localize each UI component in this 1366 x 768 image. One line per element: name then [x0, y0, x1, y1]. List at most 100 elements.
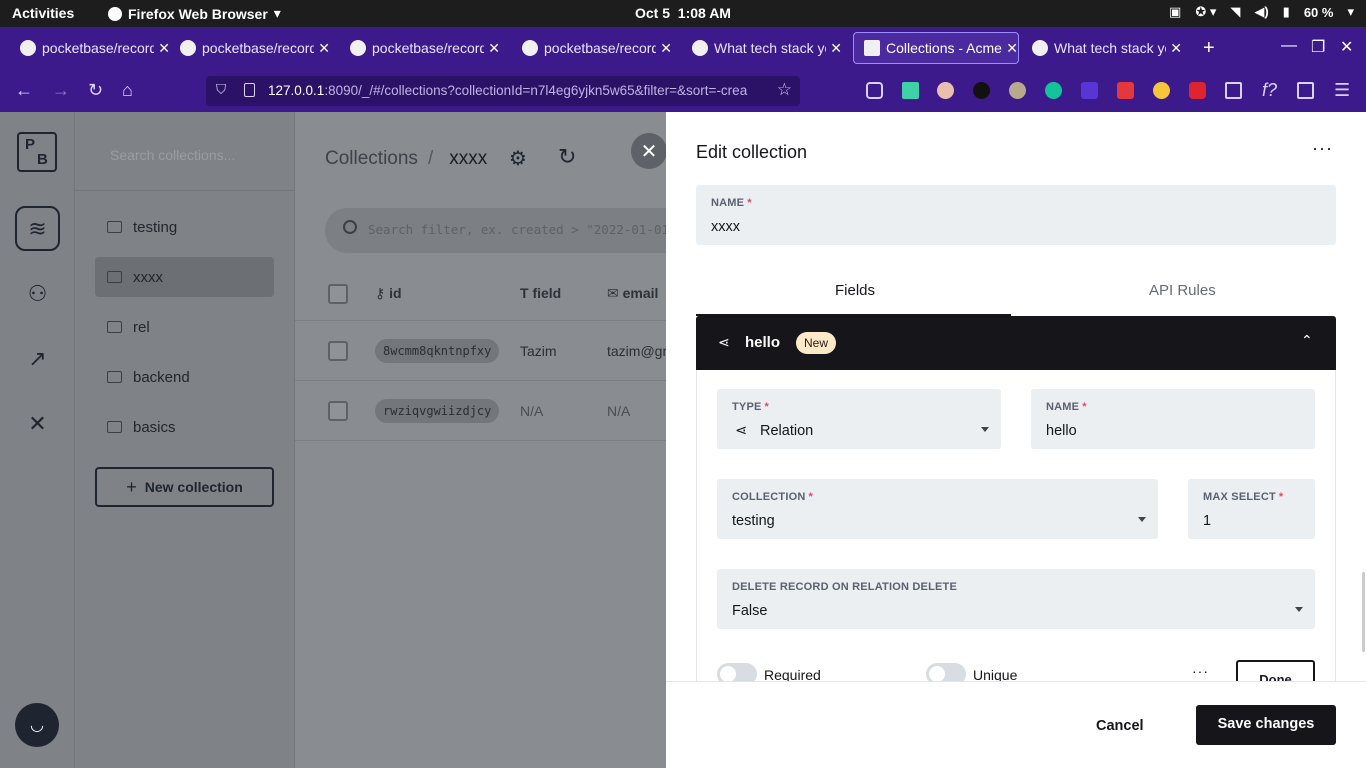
grammarly-icon[interactable] [1045, 82, 1062, 99]
plus-icon: + [126, 476, 137, 497]
forward-icon[interactable]: → [52, 80, 70, 101]
chevron-up-icon[interactable]: ⌃ [1301, 332, 1313, 349]
extension-dark-icon[interactable] [973, 82, 990, 99]
bookmark-star-icon[interactable]: ☆ [777, 80, 792, 100]
field-accordion-header[interactable]: ⋖ hello New ⌃ [696, 316, 1336, 370]
relation-collection-select[interactable]: COLLECTION * testing [717, 479, 1158, 539]
gear-icon[interactable]: ⚙ [509, 146, 527, 171]
refresh-icon[interactable]: ↻ [558, 144, 576, 170]
table-row[interactable]: rwziqvgwiizdjcy N/A N/A [295, 381, 666, 441]
close-icon[interactable]: ✕ [660, 40, 672, 57]
app-menu[interactable]: Firefox Web Browser ▾ [108, 5, 281, 22]
cancel-button[interactable]: Cancel [1096, 718, 1144, 734]
field-name-value: hello [1046, 423, 1077, 439]
todoist-icon[interactable] [1117, 82, 1134, 99]
close-panel-button[interactable]: ✕ [631, 133, 667, 169]
browser-tab[interactable]: pocketbase/record ✕ [340, 32, 500, 64]
tab-fields[interactable]: Fields [835, 282, 875, 299]
column-id[interactable]: ⚷ id [375, 285, 402, 302]
folder-icon [107, 421, 122, 433]
chevron-down-icon: ▾ [273, 5, 281, 21]
shield-icon: ⛉ [216, 82, 227, 97]
settings-tools-icon[interactable]: ✕ [15, 401, 60, 446]
clock[interactable]: Oct 5 1:08 AM [635, 5, 731, 21]
table-header: ⚷ id T field ✉ email [295, 266, 666, 321]
system-tray[interactable]: ▣ ✪ ▾ ◥ ◀) ▮ 60 % ▾ [1169, 4, 1354, 20]
cascade-delete-select[interactable]: DELETE RECORD ON RELATION DELETE False [717, 569, 1315, 629]
users-icon[interactable]: ⚇ [15, 271, 60, 316]
app-name: Firefox Web Browser [128, 5, 268, 22]
admin-avatar[interactable]: ◡ [15, 703, 59, 747]
sidebar-item-testing[interactable]: testing [95, 207, 274, 247]
panel-tabs: Fields API Rules [696, 262, 1336, 316]
firefox-icon [108, 6, 122, 21]
url-bar[interactable]: ⛉ 127.0.0.1:8090/_/#/collections?collect… [206, 76, 800, 106]
minimize-button[interactable]: — [1281, 37, 1297, 55]
extension-cube-icon[interactable] [1081, 82, 1098, 99]
new-collection-button[interactable]: + New collection [95, 467, 274, 507]
tab-api-rules[interactable]: API Rules [1149, 282, 1216, 299]
pocket-icon[interactable] [866, 82, 883, 99]
close-icon[interactable]: ✕ [830, 40, 842, 57]
edit-collection-panel: Edit collection ··· NAME * xxxx Fields AP… [666, 112, 1366, 768]
new-tab-button[interactable]: + [1203, 37, 1215, 60]
sidebar-item-rel[interactable]: rel [95, 307, 274, 347]
extension-v-icon[interactable] [1297, 82, 1314, 99]
maximize-button[interactable]: ❐ [1311, 37, 1325, 57]
panel-scrollbar[interactable] [1362, 572, 1365, 652]
more-options-icon[interactable]: ··· [1312, 138, 1333, 159]
extension-avatar-icon[interactable] [937, 82, 954, 99]
browser-tab[interactable]: pocketbase/record ✕ [10, 32, 170, 64]
tab-title: What tech stack yo [1054, 40, 1167, 56]
save-changes-button[interactable]: Save changes [1196, 705, 1336, 745]
browser-tab[interactable]: pocketbase/record ✕ [512, 32, 672, 64]
filter-placeholder: Search filter, ex. created > "2022-01-01… [368, 222, 677, 237]
close-icon[interactable]: ✕ [1006, 40, 1018, 57]
field-name-input[interactable]: NAME * hello [1031, 389, 1315, 449]
sidebar-item-label: xxxx [133, 268, 163, 286]
window-close-button[interactable]: ✕ [1340, 37, 1353, 57]
home-icon[interactable]: ⌂ [122, 80, 133, 101]
activities-button[interactable]: Activities [12, 5, 74, 21]
sidebar-item-basics[interactable]: basics [95, 407, 274, 447]
collections-database-icon[interactable]: ≋ [15, 206, 60, 251]
sidebar-item-backend[interactable]: backend [95, 357, 274, 397]
emoji-icon[interactable] [1153, 82, 1170, 99]
column-email[interactable]: ✉ email [607, 285, 658, 302]
browser-tab-active[interactable]: Collections - Acme ✕ [853, 32, 1019, 64]
lock-extension-icon[interactable] [1189, 82, 1206, 99]
row-checkbox[interactable] [328, 341, 348, 361]
select-all-checkbox[interactable] [328, 284, 348, 304]
browser-tab[interactable]: pocketbase/record ✕ [170, 32, 330, 64]
downloads-icon[interactable] [902, 82, 919, 99]
browser-tab[interactable]: What tech stack yo ✕ [682, 32, 842, 64]
close-icon[interactable]: ✕ [1170, 40, 1182, 57]
function-icon[interactable]: f? [1262, 80, 1277, 101]
sidebar-item-xxxx[interactable]: xxxx [95, 257, 274, 297]
collection-name-input[interactable]: xxxx [711, 219, 740, 235]
back-icon[interactable]: ← [15, 80, 33, 101]
menu-icon[interactable]: ☰ [1334, 80, 1350, 101]
field-more-options-icon[interactable]: ··· [1192, 663, 1209, 679]
close-icon[interactable]: ✕ [488, 40, 500, 57]
vue-icon[interactable] [1225, 82, 1242, 99]
extension-brush-icon[interactable] [1009, 82, 1026, 99]
breadcrumb-root[interactable]: Collections [325, 148, 418, 169]
github-icon [522, 40, 538, 56]
filter-search-input[interactable]: Search filter, ex. created > "2022-01-01… [325, 208, 685, 253]
column-field[interactable]: T field [520, 285, 561, 301]
logs-chart-icon[interactable]: ↗ [15, 336, 60, 381]
close-icon[interactable]: ✕ [158, 40, 170, 57]
field-type-select[interactable]: TYPE * ⋖ Relation [717, 389, 1001, 449]
row-checkbox[interactable] [328, 401, 348, 421]
collections-search-input[interactable]: Search collections... [110, 147, 235, 163]
close-icon[interactable]: ✕ [318, 40, 330, 57]
browser-tab[interactable]: What tech stack yo ✕ [1022, 32, 1182, 64]
max-select-input[interactable]: MAX SELECT * 1 [1188, 479, 1315, 539]
collection-name-field[interactable]: NAME * xxxx [696, 185, 1336, 245]
reload-icon[interactable]: ↻ [88, 80, 103, 101]
pocketbase-logo[interactable]: PB [17, 132, 57, 172]
breadcrumb-separator: / [427, 148, 434, 169]
table-row[interactable]: 8wcmm8qkntnpfxy Tazim tazim@gm [295, 321, 674, 381]
field-name: hello [745, 334, 781, 351]
